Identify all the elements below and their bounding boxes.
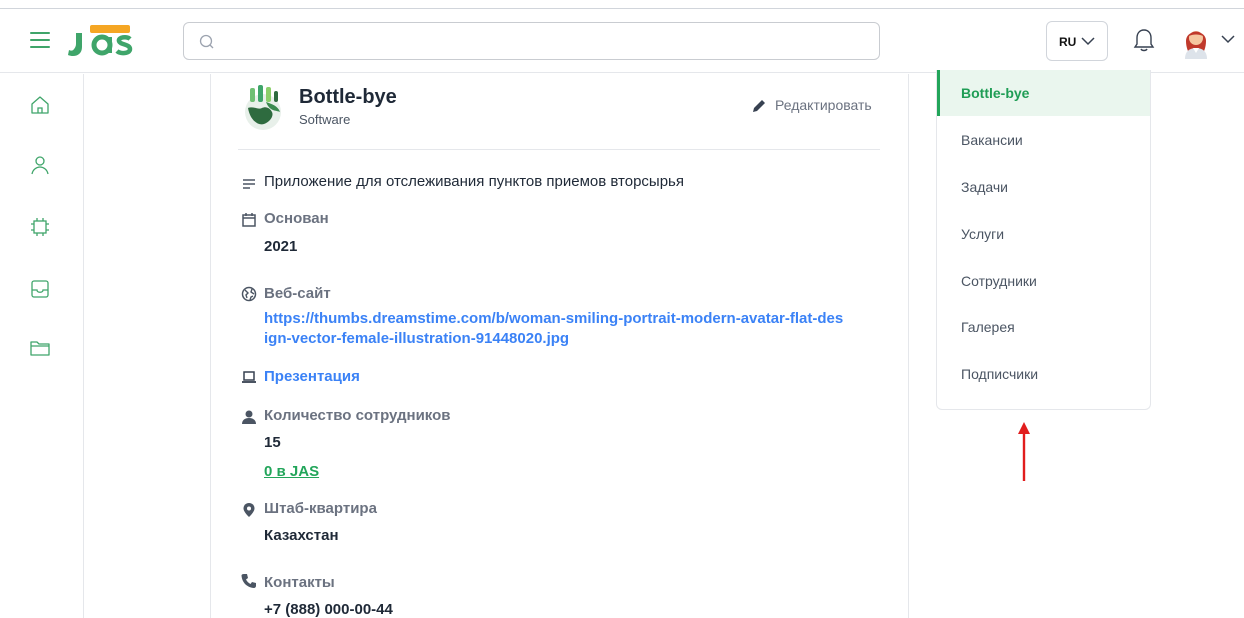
person-icon (242, 410, 256, 424)
website-link-line1: https://thumbs.dreamstime.com/b/woman-sm… (264, 310, 844, 327)
website-link-line2: ign-vector-female-illustration-91448020.… (264, 330, 570, 347)
company-type: Software (299, 112, 351, 127)
founded-value: 2021 (264, 238, 298, 255)
search-icon (199, 34, 214, 49)
search-box[interactable] (183, 22, 880, 60)
website-link[interactable]: https://thumbs.dreamstime.com/b/woman-sm… (264, 309, 843, 349)
left-sidebar (0, 74, 84, 618)
hq-label: Штаб-квартира (264, 500, 377, 517)
globe-icon (241, 286, 257, 302)
annotation-arrow-icon (1018, 422, 1030, 481)
section-item-subscribers[interactable]: Подписчики (937, 351, 1150, 397)
section-item-overview[interactable]: Bottle-bye (937, 70, 1150, 116)
edit-label: Редактировать (775, 97, 872, 113)
section-item-label: Галерея (961, 319, 1015, 335)
employees-in-jas-link[interactable]: 0 в JAS (264, 463, 319, 480)
bell-icon[interactable] (1132, 27, 1156, 53)
avatar[interactable] (1180, 23, 1212, 59)
section-item-label: Сотрудники (961, 273, 1037, 289)
company-description: Приложение для отслеживания пунктов прие… (264, 173, 684, 190)
laptop-icon (242, 371, 256, 383)
jas-logo[interactable] (68, 23, 140, 57)
company-name: Bottle-bye (299, 86, 397, 108)
contacts-value: +7 (888) 000-00-44 (264, 601, 393, 618)
pencil-icon (753, 100, 765, 112)
employees-label: Количество сотрудников (264, 407, 451, 424)
phone-icon (241, 574, 256, 588)
folder-icon[interactable] (29, 336, 51, 358)
section-item-label: Услуги (961, 226, 1005, 242)
search-input[interactable] (224, 23, 864, 59)
user-icon[interactable] (29, 154, 51, 176)
founded-label: Основан (264, 210, 329, 227)
section-item-gallery[interactable]: Галерея (937, 304, 1150, 350)
contacts-label: Контакты (264, 574, 335, 591)
employees-value: 15 (264, 434, 281, 451)
inbox-icon[interactable] (29, 278, 51, 300)
divider (238, 149, 880, 150)
calendar-icon (242, 213, 256, 227)
section-item-label: Подписчики (961, 366, 1039, 382)
company-logo (245, 85, 281, 130)
website-label: Веб-сайт (264, 285, 331, 302)
menu-icon[interactable] (30, 32, 50, 48)
company-section-menu: Bottle-bye Вакансии Задачи Услуги Сотруд… (936, 70, 1151, 410)
section-item-label: Задачи (961, 179, 1009, 195)
section-item-label: Bottle-bye (961, 85, 1030, 101)
text-lines-icon (243, 179, 255, 189)
language-value: RU (1059, 35, 1077, 49)
top-header: RU (0, 9, 1244, 73)
section-item-employees[interactable]: Сотрудники (937, 258, 1150, 304)
chevron-down-icon[interactable] (1220, 33, 1236, 45)
section-item-label: Вакансии (961, 132, 1023, 148)
section-item-services[interactable]: Услуги (937, 211, 1150, 257)
chip-icon[interactable] (29, 216, 51, 238)
chevron-down-icon (1081, 37, 1095, 46)
home-icon[interactable] (29, 94, 51, 116)
location-pin-icon (243, 503, 255, 517)
section-item-tasks[interactable]: Задачи (937, 164, 1150, 210)
hq-value: Казахстан (264, 527, 339, 544)
section-item-vacancies[interactable]: Вакансии (937, 117, 1150, 163)
presentation-link[interactable]: Презентация (264, 367, 360, 387)
language-select[interactable]: RU (1046, 21, 1108, 61)
